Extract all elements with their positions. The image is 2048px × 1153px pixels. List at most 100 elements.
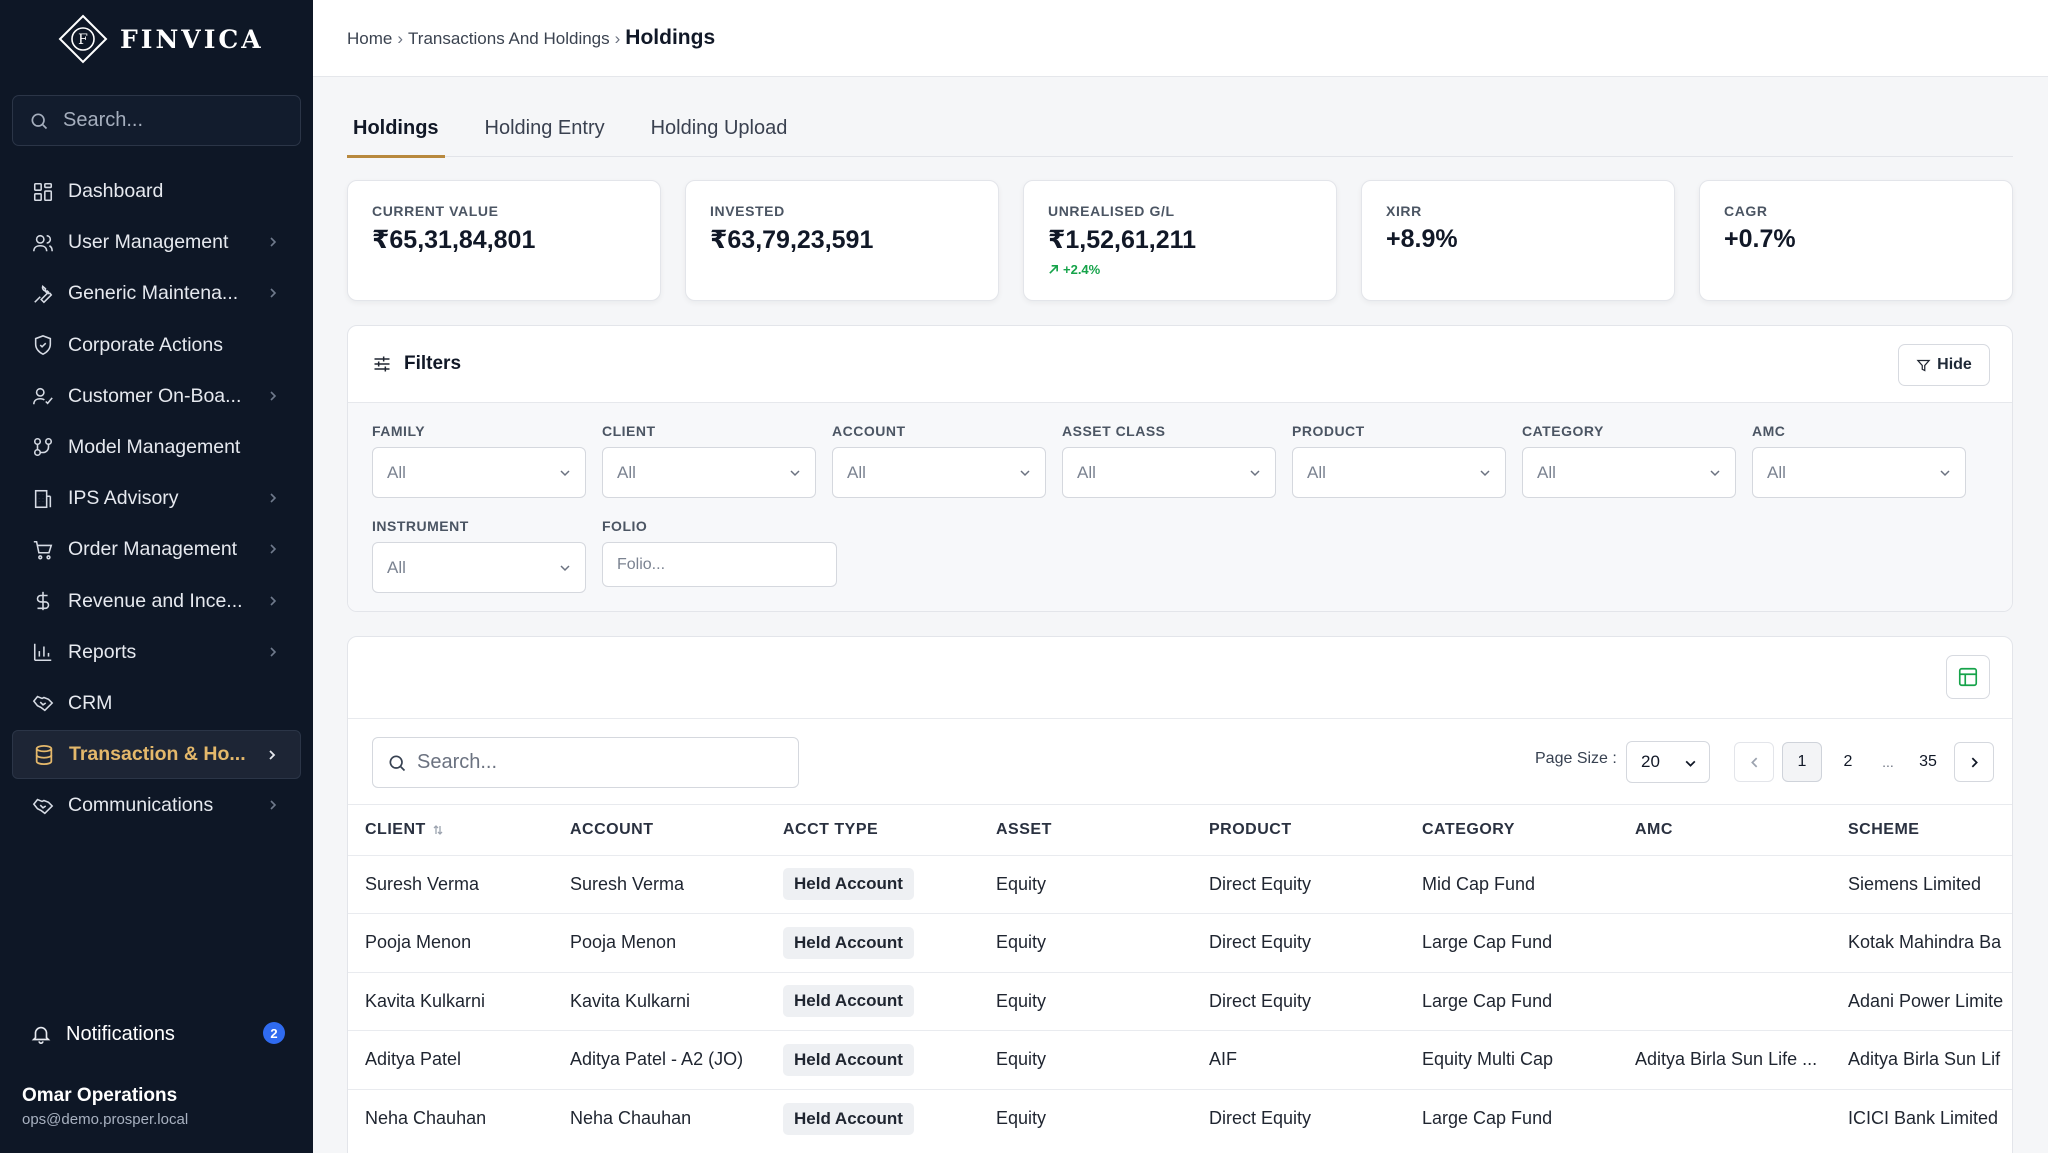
sidebar-item-label: Revenue and Ince... [68,589,243,612]
table-search[interactable] [372,737,799,788]
sidebar-item-corporate-actions[interactable]: Corporate Actions [12,321,301,370]
tab-holding-entry[interactable]: Holding Entry [479,100,611,157]
notifications-button[interactable]: Notifications 2 [30,1018,285,1050]
sidebar-item-ips-advisory[interactable]: IPS Advisory [12,474,301,523]
page-button-1[interactable]: 1 [1782,742,1822,782]
notifications-count-badge: 2 [263,1022,285,1044]
sidebar-item-label: Order Management [68,538,238,561]
filter-product: PRODUCT All [1292,423,1506,498]
sidebar-item-communications[interactable]: Communications [12,781,301,830]
table-row[interactable]: Suresh Verma Suresh Verma Held Account Equi… [348,854,2012,914]
sidebar-search[interactable] [12,95,301,146]
next-page-button[interactable] [1954,742,1994,782]
sidebar-item-dashboard[interactable]: Dashboard [12,167,301,216]
filter-category: CATEGORY All [1522,423,1736,498]
filter-amc-select[interactable]: All [1752,447,1966,498]
wrench-icon [32,283,54,305]
column-header-scheme[interactable]: SCHEME [1831,805,2012,855]
user-name: Omar Operations [22,1085,178,1106]
filter-client-select[interactable]: All [602,447,816,498]
holdings-table-card: Page Size : 20 1 2 ... 35 CLIENTACCOUNTA… [347,636,2013,1153]
page-ellipsis: ... [1882,754,1894,770]
cell-asset: Equity [979,971,1192,1031]
sidebar-item-transaction-ho[interactable]: Transaction & Ho... [12,730,301,780]
brand-name: FINVICA [120,24,264,54]
column-header-asset[interactable]: ASSET [979,805,1192,855]
folio-input[interactable] [617,555,817,574]
chevron-right-icon [266,748,278,762]
filter-asset-class-select[interactable]: All [1062,447,1276,498]
column-header-amc[interactable]: AMC [1618,805,1831,855]
page-button-2[interactable]: 2 [1828,742,1868,782]
table-row[interactable]: Pooja Menon Pooja Menon Held Account Equity… [348,913,2012,972]
column-header-client[interactable]: CLIENT [348,805,553,855]
page-size-select[interactable]: 20 [1626,741,1710,783]
stat-invested: INVESTED ₹63,79,23,591 [685,180,999,301]
sidebar: F FINVICA Dashboard User Management Generi… [0,0,313,1153]
sidebar-item-user-management[interactable]: User Management [12,218,301,267]
chevron-right-icon [267,594,279,608]
user-email: ops@demo.prosper.local [22,1111,189,1128]
breadcrumb-home[interactable]: Home [347,29,392,48]
filter-account-select[interactable]: All [832,447,1046,498]
stat-unrealised-gl: UNREALISED G/L ₹1,52,61,211 +2.4% [1023,180,1337,301]
cell-scheme: ICICI Bank Limited [1831,1088,2012,1148]
column-header-category[interactable]: CATEGORY [1405,805,1618,855]
table-row[interactable]: Aditya Patel Aditya Patel - A2 (JO) Held A… [348,1030,2012,1089]
acct-type-badge: Held Account [783,985,914,1018]
sidebar-item-model-management[interactable]: Model Management [12,423,301,472]
tab-holdings[interactable]: Holdings [347,100,445,158]
users-icon [32,232,54,254]
filter-family-select[interactable]: All [372,447,586,498]
table-row[interactable]: Neha Chauhan Neha Chauhan Held Account Equi… [348,1088,2012,1148]
breadcrumb: Home › Transactions And Holdings › Holdings [347,26,716,49]
cell-category: Large Cap Fund [1405,1088,1618,1148]
prev-page-button[interactable] [1734,742,1774,782]
column-header-product[interactable]: PRODUCT [1192,805,1405,855]
sort-icon[interactable] [426,821,444,838]
filter-category-select[interactable]: All [1522,447,1736,498]
cell-account: Aditya Patel - A2 (JO) [553,1030,766,1089]
user-profile[interactable]: Omar Operations ops@demo.prosper.local [22,1085,188,1128]
folio-field[interactable] [602,542,837,587]
cell-client: Aditya Patel [348,1030,553,1089]
cell-category: Mid Cap Fund [1405,854,1618,914]
cell-client: Suresh Verma [348,854,553,914]
sidebar-item-order-management[interactable]: Order Management [12,525,301,574]
brand-logo[interactable]: F FINVICA [58,14,264,64]
sliders-icon [374,356,390,372]
sidebar-item-crm[interactable]: CRM [12,679,301,728]
sidebar-item-label: CRM [68,691,113,714]
cell-scheme: Adani Power Limite [1831,971,2012,1031]
filter-instrument-select[interactable]: All [372,542,586,593]
cell-acct-type: Held Account [766,913,979,972]
sidebar-item-revenue-and-ince[interactable]: Revenue and Ince... [12,577,301,626]
sidebar-item-generic-maintena[interactable]: Generic Maintena... [12,269,301,318]
finvica-logo-icon: F [58,14,108,64]
sidebar-search-input[interactable] [63,109,283,132]
chat-icon [32,795,54,817]
sidebar-item-customer-on-boa[interactable]: Customer On-Boa... [12,372,301,421]
chevron-right-icon [267,286,279,300]
cell-category: Large Cap Fund [1405,971,1618,1031]
column-header-account[interactable]: ACCOUNT [553,805,766,855]
table-search-input[interactable] [417,751,777,774]
filter-label: INSTRUMENT [372,518,469,534]
svg-text:F: F [78,32,88,48]
hide-filters-button[interactable]: Hide [1898,344,1990,386]
cell-scheme: Siemens Limited [1831,854,2012,914]
table-row[interactable]: Kavita Kulkarni Kavita Kulkarni Held Accou… [348,971,2012,1031]
cell-account: Suresh Verma [553,854,766,914]
filter-product-select[interactable]: All [1292,447,1506,498]
page-button-last[interactable]: 35 [1908,742,1948,782]
breadcrumb-transactions[interactable]: Transactions And Holdings [408,29,610,48]
column-header-acct-type[interactable]: ACCT TYPE [766,805,979,855]
arrow-up-right-icon [1049,265,1058,274]
sidebar-item-label: Customer On-Boa... [68,384,242,407]
cell-amc [1618,971,1831,1031]
sidebar-item-reports[interactable]: Reports [12,628,301,677]
acct-type-badge: Held Account [783,1102,914,1135]
column-layout-button[interactable] [1946,655,1990,699]
tab-holding-upload[interactable]: Holding Upload [645,100,794,157]
cell-category: Equity Multi Cap [1405,1030,1618,1089]
